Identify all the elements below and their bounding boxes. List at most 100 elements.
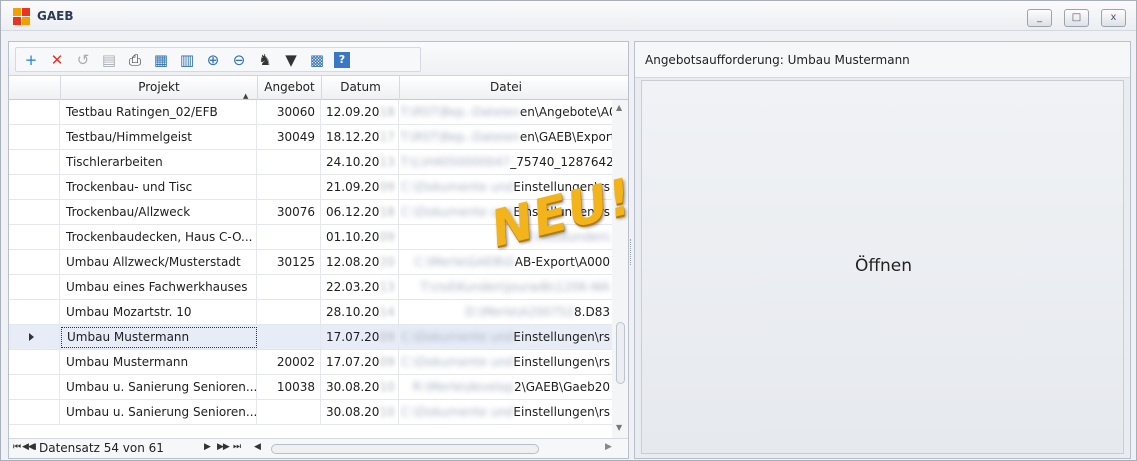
cell-offer[interactable] [258,225,321,249]
row-indicator-cell[interactable] [9,275,60,299]
cell-project[interactable]: Testbau/Himmelgeist [61,125,257,149]
cell-project[interactable]: Umbau Mustermann [61,327,257,348]
cell-offer[interactable]: 30060 [258,100,321,124]
cell-project[interactable]: Trockenbaudecken, Haus C-O... [61,225,257,249]
delete-button[interactable]: ✕ [46,50,68,70]
cell-file[interactable]: T:\RST\Bep.-Dateienen\GAEB\Export' [400,125,612,149]
cell-date[interactable]: 12.09.2018 [322,100,399,124]
column-header-date[interactable]: Datum [322,76,400,100]
cell-offer[interactable]: 30076 [258,200,321,224]
cell-offer[interactable] [258,400,321,424]
maximize-button[interactable]: □ [1064,9,1089,27]
cell-file[interactable]: C:\Dokumente undEinstellungen\rs [400,325,612,349]
cell-project[interactable]: Umbau Allzweck/Musterstadt [61,250,257,274]
table-row[interactable]: Tischlerarbeiten 24.10.2013 T:\L\H40500000… [9,150,612,175]
zoom-in-button[interactable]: ⊕ [202,50,224,70]
cell-offer[interactable]: 20002 [258,350,321,374]
table-row[interactable]: Umbau Mustermann 17.07.2009 C:\Dokumente u… [9,325,612,350]
nav-prev-icon[interactable]: ◀ [29,442,36,452]
cell-date[interactable]: 30.08.2010 [322,400,399,424]
column-header-offer[interactable]: Angebot [258,76,322,100]
vertical-scroll-thumb[interactable] [616,322,625,384]
cell-file[interactable]: C:\Dokumente undEinstellungen\rs [400,400,612,424]
title-bar[interactable]: GAEB _ □ x [1,1,1136,31]
row-indicator-cell[interactable] [9,400,60,424]
cell-date[interactable]: 22.03.2013 [322,275,399,299]
table-row[interactable]: Umbau Mustermann 20002 17.07.2009 C:\Dokume… [9,350,612,375]
layout-button[interactable]: ▥ [176,50,198,70]
cell-offer[interactable]: 10038 [258,375,321,399]
cell-project[interactable]: Umbau Mustermann [61,350,257,374]
column-header-file[interactable]: Datei [400,76,612,100]
table-row[interactable]: Testbau/Himmelgeist 30049 18.12.2017 T:\RST… [9,125,612,150]
cell-date[interactable]: 21.09.2009 [322,175,399,199]
help-button[interactable]: ? [334,52,350,68]
splitter-grip[interactable] [630,239,632,265]
filter-button[interactable]: ▼ [280,50,302,70]
horizontal-scroll-thumb[interactable] [271,444,539,454]
nav-last-icon[interactable]: ⏭ [233,442,241,452]
cell-file[interactable]: C:\Dokumente undEinstellungen\rs [400,350,612,374]
cell-file[interactable]: T:\L\H4050000047_75740_1287642 [400,150,612,174]
find-button[interactable]: ♞ [254,50,276,70]
nav-next-icon[interactable]: ▶ [204,442,211,452]
row-indicator-cell[interactable] [9,225,60,249]
table-row[interactable]: Umbau eines Fachwerkhauses 22.03.2013 T:\r… [9,275,612,300]
cell-date[interactable]: 12.08.2020 [322,250,399,274]
table-row[interactable]: Testbau Ratingen_02/EFB 30060 12.09.2018 T:… [9,100,612,125]
cell-project[interactable]: Umbau eines Fachwerkhauses [61,275,257,299]
row-indicator-cell[interactable] [9,150,60,174]
cell-file[interactable]: D:\Merle\A2007528.D83 [400,300,612,324]
cell-date[interactable]: 18.12.2017 [322,125,399,149]
cell-offer[interactable] [258,300,321,324]
cell-date[interactable]: 28.10.2014 [322,300,399,324]
save-button[interactable]: ▤ [98,50,120,70]
row-indicator-cell[interactable] [9,325,60,349]
open-button[interactable]: Öffnen [641,80,1124,454]
zoom-out-button[interactable]: ⊖ [228,50,250,70]
cell-date[interactable]: 24.10.2013 [322,150,399,174]
row-indicator-cell[interactable] [9,375,60,399]
row-indicator-cell[interactable] [9,300,60,324]
cell-project[interactable]: Umbau u. Sanierung Senioren... [61,400,257,424]
cell-file[interactable]: R:\Merle\develop2\GAEB\Gaeb20 [400,375,612,399]
scroll-right-icon[interactable]: ▶ [605,442,612,452]
vertical-scrollbar[interactable]: ▲ ▼ [612,100,628,438]
column-header-project[interactable]: Projekt ▲ [61,76,258,100]
row-indicator-cell[interactable] [9,350,60,374]
close-button[interactable]: x [1101,9,1126,27]
undo-button[interactable]: ↺ [72,50,94,70]
cell-offer[interactable] [258,150,321,174]
cell-date[interactable]: 17.07.2009 [322,350,399,374]
cell-project[interactable]: Trockenbau/Allzweck [61,200,257,224]
cell-date[interactable]: 06.12.2018 [322,200,399,224]
nav-next-page-icon[interactable]: ▶▶ [217,442,230,452]
table-row[interactable]: Umbau u. Sanierung Senioren... 30.08.2010… [9,400,612,425]
cell-offer[interactable]: 30049 [258,125,321,149]
cell-date[interactable]: 30.08.2010 [322,375,399,399]
row-indicator-cell[interactable] [9,125,60,149]
cell-project[interactable]: Tischlerarbeiten [61,150,257,174]
print-button[interactable]: ⎙ [124,50,146,70]
table-row[interactable]: Umbau u. Sanierung Senioren... 10038 30.08… [9,375,612,400]
cell-project[interactable]: Testbau Ratingen_02/EFB [61,100,257,124]
cell-offer[interactable] [258,325,321,349]
add-button[interactable]: + [20,50,42,70]
cell-date[interactable]: 17.07.2009 [322,325,399,349]
scroll-left-icon[interactable]: ◀ [254,442,261,452]
columns-button[interactable]: ▩ [306,50,328,70]
cell-file[interactable]: T:\rsd\Kunden\jouradb\1206-WA [400,275,612,299]
cell-date[interactable]: 01.10.2009 [322,225,399,249]
cell-project[interactable]: Umbau Mozartstr. 10 [61,300,257,324]
nav-first-icon[interactable]: ⏮ [13,442,21,452]
row-indicator-cell[interactable] [9,175,60,199]
row-indicator-cell[interactable] [9,200,60,224]
row-indicator-cell[interactable] [9,100,60,124]
table-row[interactable]: Umbau Mozartstr. 10 28.10.2014 D:\Merle\A2… [9,300,612,325]
cell-offer[interactable] [258,275,321,299]
row-indicator-cell[interactable] [9,250,60,274]
cell-file[interactable]: T:\RST\Bep.-Dateienen\Angebote\A0 [400,100,612,124]
cell-offer[interactable]: 30125 [258,250,321,274]
cell-project[interactable]: Trockenbau- und Tisc [61,175,257,199]
minimize-button[interactable]: _ [1027,9,1052,27]
